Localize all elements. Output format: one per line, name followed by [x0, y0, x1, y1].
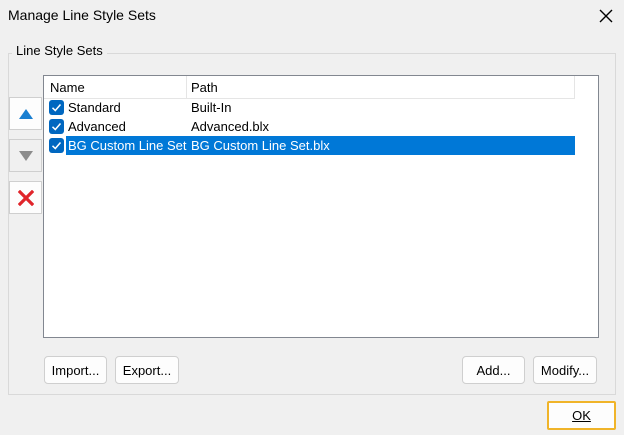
row-path: Advanced.blx — [191, 119, 270, 134]
modify-button[interactable]: Modify... — [533, 356, 597, 384]
row-name: Standard — [68, 100, 121, 115]
row-path: BG Custom Line Set.blx — [191, 138, 330, 153]
checkmark-icon — [51, 123, 62, 131]
column-header-name[interactable]: Name — [50, 80, 85, 95]
move-down-button[interactable] — [9, 139, 42, 172]
list-item[interactable]: Standard Built-In — [44, 98, 575, 117]
column-header-path[interactable]: Path — [191, 80, 218, 95]
row-checkbox[interactable] — [49, 138, 64, 153]
row-name: BG Custom Line Set — [68, 138, 187, 153]
checkmark-icon — [51, 104, 62, 112]
checkmark-icon — [51, 142, 62, 150]
row-checkbox[interactable] — [49, 100, 64, 115]
line-style-list[interactable]: Name Path Standard Built-In Advanced Adv… — [43, 75, 599, 338]
triangle-down-icon — [18, 150, 33, 161]
import-button[interactable]: Import... — [44, 356, 107, 384]
triangle-up-icon — [18, 108, 33, 119]
list-item[interactable]: Advanced Advanced.blx — [44, 117, 575, 136]
red-x-icon — [17, 189, 34, 206]
group-label: Line Style Sets — [12, 43, 107, 58]
close-button[interactable] — [596, 6, 616, 26]
column-divider[interactable] — [574, 76, 575, 98]
delete-button[interactable] — [9, 181, 42, 214]
title-bar: Manage Line Style Sets — [0, 0, 624, 32]
close-icon — [599, 9, 613, 23]
row-name: Advanced — [68, 119, 126, 134]
ok-label: OK — [572, 408, 591, 423]
list-item-selected[interactable]: BG Custom Line Set BG Custom Line Set.bl… — [44, 136, 575, 155]
move-up-button[interactable] — [9, 97, 42, 130]
window-title: Manage Line Style Sets — [8, 7, 156, 23]
export-button[interactable]: Export... — [115, 356, 179, 384]
add-button[interactable]: Add... — [462, 356, 525, 384]
list-header: Name Path — [44, 76, 575, 99]
row-path: Built-In — [191, 100, 232, 115]
row-checkbox[interactable] — [49, 119, 64, 134]
column-divider[interactable] — [186, 76, 187, 98]
ok-button[interactable]: OK — [547, 401, 616, 430]
